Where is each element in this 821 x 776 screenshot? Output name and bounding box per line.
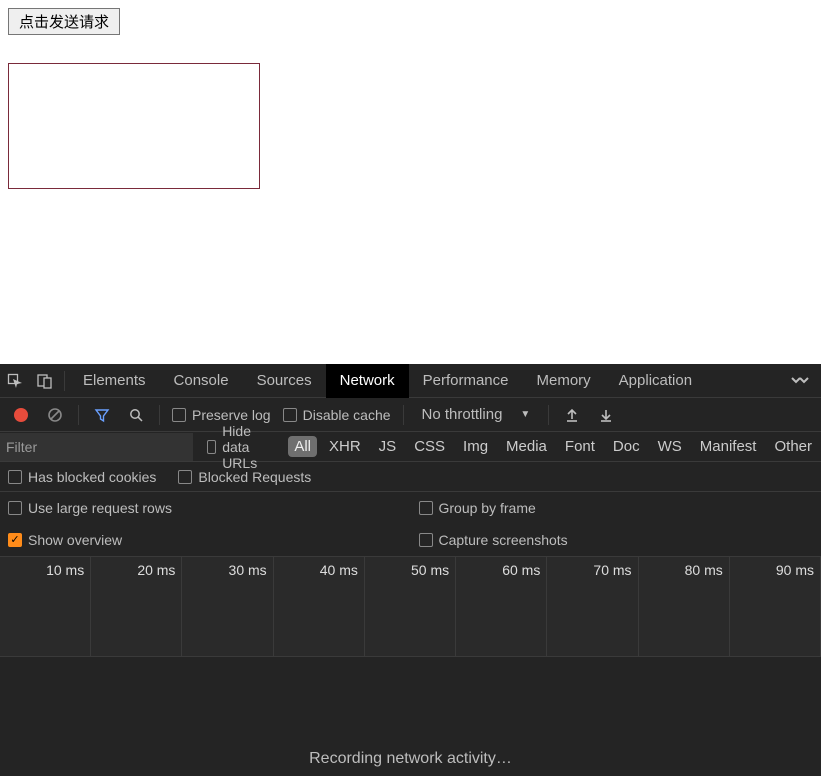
use-large-rows-checkbox[interactable]: Use large request rows	[4, 500, 176, 516]
tab-application[interactable]: Application	[605, 364, 706, 398]
timeline-lanes	[0, 583, 821, 656]
separator	[403, 405, 404, 425]
timeline-tick: 80 ms	[639, 557, 730, 583]
has-blocked-cookies-label: Has blocked cookies	[28, 469, 156, 485]
filter-type-font[interactable]: Font	[559, 436, 601, 457]
search-icon[interactable]	[121, 398, 151, 432]
page-content: 点击发送请求	[0, 0, 821, 364]
timeline-tick: 10 ms	[0, 557, 91, 583]
result-box	[8, 63, 260, 189]
timeline-tick: 50 ms	[365, 557, 456, 583]
timeline-tick: 40 ms	[274, 557, 365, 583]
device-toolbar-icon[interactable]	[30, 364, 60, 398]
show-overview-label: Show overview	[28, 532, 122, 548]
filter-bar: Hide data URLs All XHR JS CSS Img Media …	[0, 432, 821, 462]
capture-screenshots-label: Capture screenshots	[439, 532, 568, 548]
separator	[64, 371, 65, 391]
clear-icon[interactable]	[40, 398, 70, 432]
show-overview-checkbox[interactable]: ✓Show overview	[4, 532, 126, 548]
blocked-requests-checkbox[interactable]: Blocked Requests	[174, 469, 315, 485]
cookies-row: Has blocked cookies Blocked Requests	[0, 462, 821, 492]
preserve-log-label: Preserve log	[192, 407, 271, 423]
filter-type-css[interactable]: CSS	[408, 436, 451, 457]
filter-type-ws[interactable]: WS	[652, 436, 688, 457]
record-button[interactable]	[6, 398, 36, 432]
tab-memory[interactable]: Memory	[523, 364, 605, 398]
timeline-tick: 20 ms	[91, 557, 182, 583]
upload-har-icon[interactable]	[557, 398, 587, 432]
separator	[159, 405, 160, 425]
tab-performance[interactable]: Performance	[409, 364, 523, 398]
status-area: Recording network activity…	[0, 657, 821, 776]
filter-type-doc[interactable]: Doc	[607, 436, 646, 457]
use-large-rows-label: Use large request rows	[28, 500, 172, 516]
filter-type-js[interactable]: JS	[373, 436, 403, 457]
separator	[78, 405, 79, 425]
filter-type-xhr[interactable]: XHR	[323, 436, 367, 457]
tab-network[interactable]: Network	[326, 364, 409, 398]
status-text: Recording network activity…	[309, 750, 512, 768]
capture-screenshots-checkbox[interactable]: Capture screenshots	[415, 532, 572, 548]
options-grid: Use large request rows Group by frame ✓S…	[0, 492, 821, 557]
filter-type-manifest[interactable]: Manifest	[694, 436, 763, 457]
filter-type-other[interactable]: Other	[768, 436, 818, 457]
filter-icon[interactable]	[87, 398, 117, 432]
has-blocked-cookies-checkbox[interactable]: Has blocked cookies	[4, 469, 160, 485]
filter-type-all[interactable]: All	[288, 436, 317, 457]
blocked-requests-label: Blocked Requests	[198, 469, 311, 485]
filter-type-media[interactable]: Media	[500, 436, 553, 457]
group-by-frame-label: Group by frame	[439, 500, 536, 516]
disable-cache-label: Disable cache	[303, 407, 391, 423]
dropdown-caret-icon: ▼	[520, 409, 530, 420]
timeline-ruler: 10 ms 20 ms 30 ms 40 ms 50 ms 60 ms 70 m…	[0, 557, 821, 583]
devtools-panel: Elements Console Sources Network Perform…	[0, 364, 821, 776]
tab-console[interactable]: Console	[160, 364, 243, 398]
network-toolbar: Preserve log Disable cache No throttling…	[0, 398, 821, 432]
devtools-tabbar: Elements Console Sources Network Perform…	[0, 364, 821, 398]
timeline-tick: 30 ms	[182, 557, 273, 583]
disable-cache-checkbox[interactable]: Disable cache	[279, 407, 395, 423]
preserve-log-checkbox[interactable]: Preserve log	[168, 407, 275, 423]
inspect-element-icon[interactable]	[0, 364, 30, 398]
more-tabs-icon[interactable]	[779, 375, 821, 387]
timeline-tick: 60 ms	[456, 557, 547, 583]
timeline-tick: 90 ms	[730, 557, 821, 583]
tab-sources[interactable]: Sources	[243, 364, 326, 398]
filter-input[interactable]	[0, 433, 193, 461]
download-har-icon[interactable]	[591, 398, 621, 432]
separator	[548, 405, 549, 425]
timeline-overview[interactable]: 10 ms 20 ms 30 ms 40 ms 50 ms 60 ms 70 m…	[0, 557, 821, 657]
timeline-tick: 70 ms	[547, 557, 638, 583]
throttling-label: No throttling	[422, 406, 503, 423]
throttling-select[interactable]: No throttling ▼	[412, 406, 541, 423]
send-request-button[interactable]: 点击发送请求	[8, 8, 120, 35]
tab-elements[interactable]: Elements	[69, 364, 160, 398]
filter-type-img[interactable]: Img	[457, 436, 494, 457]
group-by-frame-checkbox[interactable]: Group by frame	[415, 500, 540, 516]
